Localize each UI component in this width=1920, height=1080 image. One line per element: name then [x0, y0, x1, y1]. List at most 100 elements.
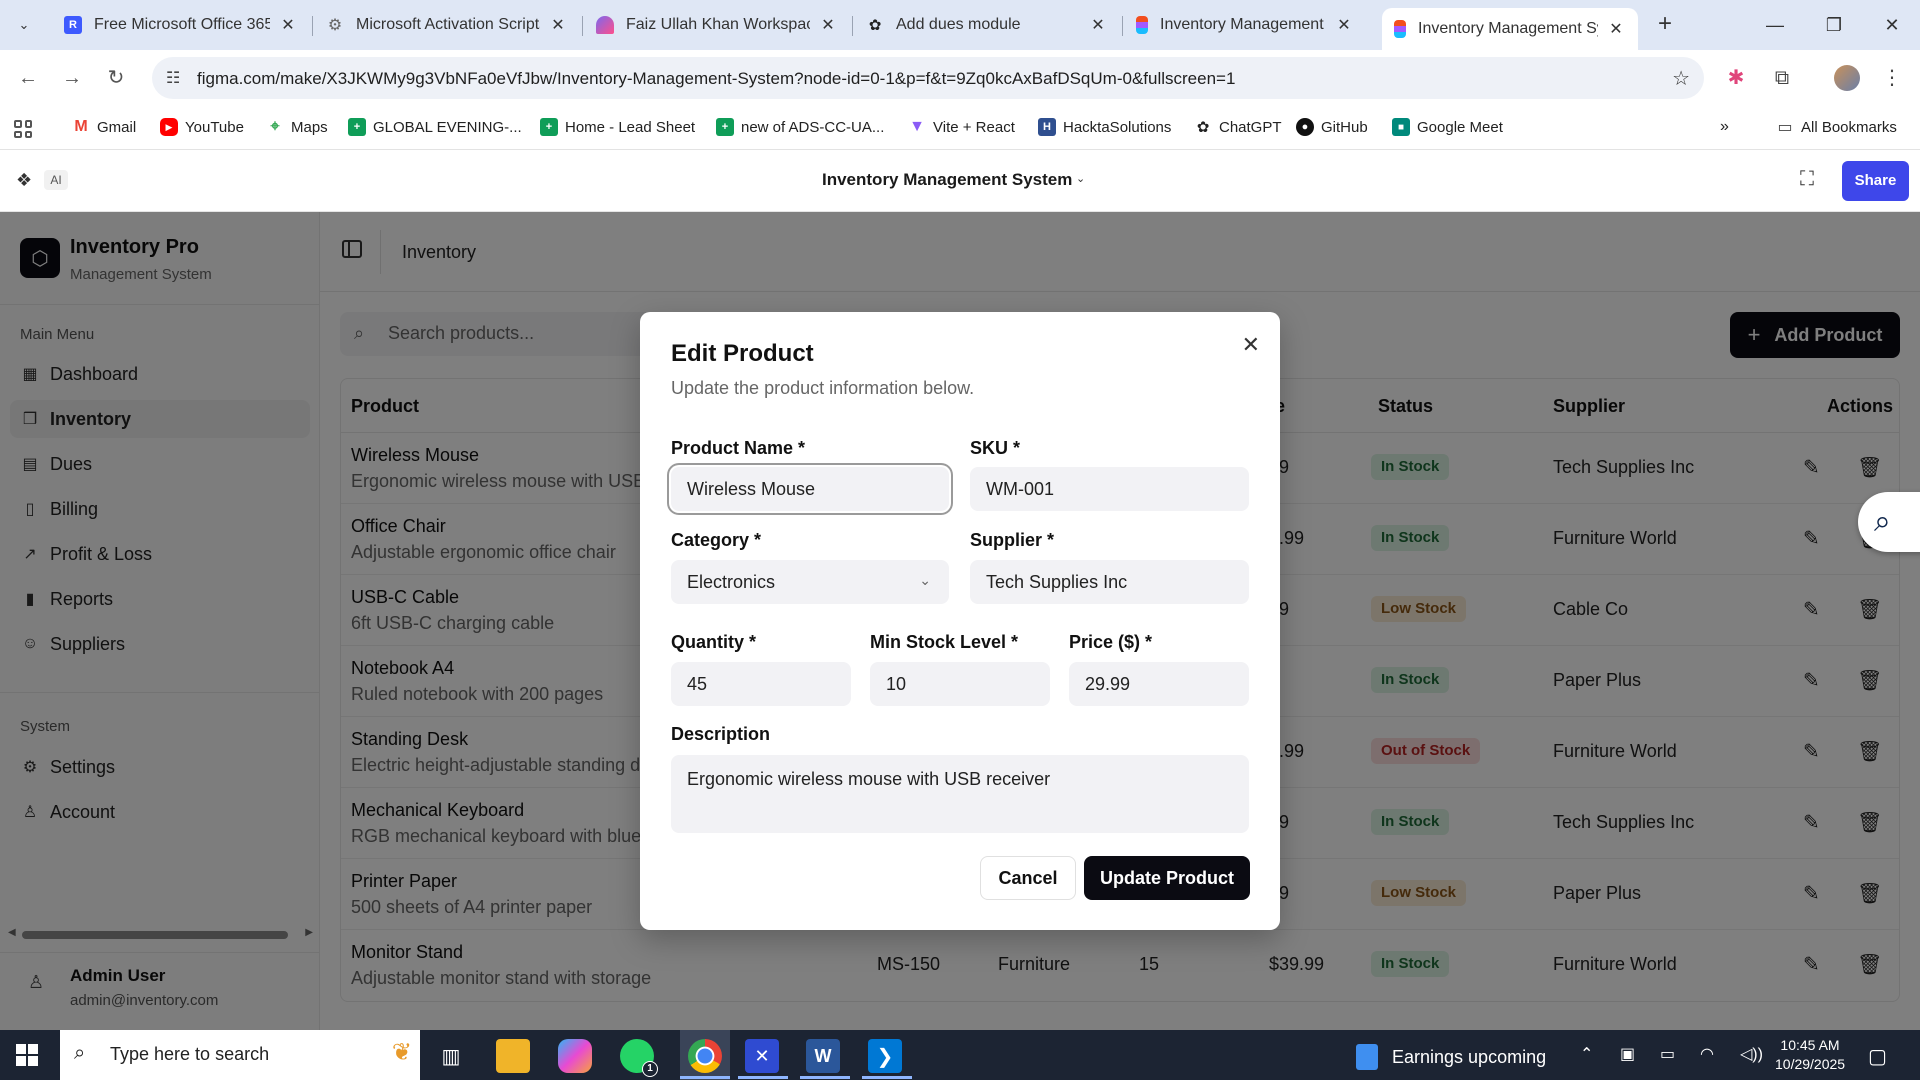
widgets-button[interactable]: Earnings upcoming — [1356, 1044, 1546, 1070]
bookmark-gmail[interactable]: M Gmail — [72, 118, 136, 136]
price-field[interactable] — [1069, 662, 1249, 706]
bookmark-youtube[interactable]: ▶ YouTube — [160, 118, 244, 136]
copilot-icon[interactable] — [558, 1039, 592, 1073]
browser-tab[interactable]: Faiz Ullah Khan Workspace ✕ — [584, 8, 850, 42]
browser-tab-active[interactable]: Inventory Management Sys ✕ — [1382, 8, 1638, 50]
taskbar-search[interactable]: ⌕ Type here to search ❦ — [60, 1030, 420, 1080]
taskbar-search-placeholder: Type here to search — [110, 1044, 270, 1064]
close-icon[interactable]: ✕ — [1088, 15, 1108, 35]
extension-icon[interactable]: ✱ — [1722, 64, 1750, 92]
cancel-button[interactable]: Cancel — [980, 856, 1076, 900]
bookmark-meet[interactable]: ■ Google Meet — [1392, 118, 1503, 136]
battery-icon[interactable]: ▭ — [1660, 1044, 1675, 1064]
puzzle-icon[interactable]: ⧉ — [1768, 64, 1796, 92]
wifi-icon[interactable]: ◠ — [1700, 1044, 1714, 1064]
url-text[interactable]: figma.com/make/X3JKWMy9g3VbNFa0eVfJbw/In… — [197, 69, 1235, 89]
supplier-field[interactable] — [970, 560, 1249, 604]
ai-badge[interactable]: AI — [44, 170, 68, 190]
bookmark-sheet[interactable]: + GLOBAL EVENING-... — [348, 118, 522, 136]
close-icon[interactable]: ✕ — [1242, 332, 1260, 358]
bookmark-star-icon[interactable]: ☆ — [1672, 66, 1690, 91]
inspect-tool-button[interactable]: ⌕ — [1858, 492, 1920, 552]
browser-tab[interactable]: R Free Microsoft Office 365 P ✕ — [52, 8, 310, 42]
notifications-icon[interactable]: ▢ — [1868, 1044, 1887, 1069]
close-icon: ✕ — [1884, 15, 1900, 35]
apps-grid-icon[interactable] — [14, 120, 32, 138]
bookmark-label: GitHub — [1321, 118, 1368, 136]
bookmark-vite[interactable]: ▼ Vite + React — [908, 118, 1015, 136]
vscode-icon[interactable]: ❯ — [868, 1039, 902, 1073]
forward-button[interactable]: → — [56, 62, 88, 94]
bookmark-sheet[interactable]: + new of ADS-CC-UA... — [716, 118, 884, 136]
plus-icon: + — [1657, 10, 1672, 37]
gear-icon: ⚙ — [327, 17, 343, 34]
chevron-up-icon[interactable]: ⌃ — [1580, 1044, 1593, 1064]
bookmark-chatgpt[interactable]: ✿ ChatGPT — [1194, 118, 1282, 137]
browser-toolbar: ← → ↻ ☷ figma.com/make/X3JKWMy9g3VbNFa0e… — [0, 50, 1920, 106]
bookmark-hackta[interactable]: H HacktaSolutions — [1038, 118, 1171, 136]
description-field[interactable]: Ergonomic wireless mouse with USB receiv… — [671, 755, 1249, 833]
file-explorer-icon[interactable] — [496, 1039, 530, 1073]
bookmark-sheet[interactable]: + Home - Lead Sheet — [540, 118, 695, 136]
quantity-field[interactable] — [671, 662, 851, 706]
device-icon[interactable]: ▣ — [1620, 1044, 1635, 1064]
kebab-menu-icon[interactable]: ⋮ — [1878, 64, 1906, 92]
browser-tab[interactable]: Inventory Management Sys ✕ — [1124, 8, 1366, 42]
all-bookmarks-button[interactable]: ▭ All Bookmarks — [1776, 118, 1896, 137]
vite-icon: ▼ — [909, 118, 925, 135]
close-icon[interactable]: ✕ — [548, 15, 568, 35]
remote-app-icon[interactable]: ✕ — [745, 1039, 779, 1073]
task-view-icon[interactable]: ▥ — [434, 1039, 468, 1073]
update-product-button[interactable]: Update Product — [1084, 856, 1250, 900]
close-icon[interactable]: ✕ — [1606, 19, 1626, 39]
system-clock[interactable]: 10:45 AM 10/29/2025 — [1775, 1036, 1845, 1074]
sku-label: SKU * — [970, 438, 1021, 458]
project-title[interactable]: Inventory Management System — [822, 170, 1072, 190]
word-icon[interactable]: W — [806, 1039, 840, 1073]
avatar[interactable] — [1834, 65, 1860, 91]
minimize-button[interactable]: — — [1755, 10, 1795, 40]
windows-start-icon[interactable] — [16, 1044, 38, 1066]
dialog-subtitle: Update the product information below. — [671, 378, 975, 398]
close-icon[interactable]: ✕ — [818, 15, 838, 35]
bookmark-maps[interactable]: ⌖ Maps — [266, 118, 327, 136]
volume-icon[interactable]: ◁)) — [1740, 1044, 1763, 1064]
tab-title: Add dues module — [896, 16, 1021, 33]
price-label: Price ($) * — [1069, 632, 1153, 652]
product-name-label: Product Name * — [671, 438, 806, 458]
present-icon[interactable]: ⛶ — [1800, 168, 1814, 191]
reload-button[interactable]: ↻ — [100, 62, 132, 94]
address-bar[interactable]: ☷ figma.com/make/X3JKWMy9g3VbNFa0eVfJbw/… — [152, 57, 1704, 99]
minimize-icon: — — [1766, 15, 1784, 35]
description-label: Description — [671, 724, 771, 744]
min-stock-field[interactable] — [870, 662, 1050, 706]
bookmark-label: HacktaSolutions — [1063, 118, 1172, 136]
tab-search-button[interactable]: ⌄ — [8, 9, 40, 41]
chatgpt-icon: ✿ — [868, 17, 882, 34]
close-window-button[interactable]: ✕ — [1872, 10, 1912, 40]
chevron-down-icon: ⌄ — [18, 17, 30, 32]
chevron-down-icon[interactable]: ⌄ — [1076, 172, 1085, 185]
sku-field[interactable] — [970, 467, 1249, 511]
browser-tab[interactable]: ⚙ Microsoft Activation Scripts ✕ — [314, 8, 580, 42]
whatsapp-icon[interactable]: 1 — [620, 1039, 658, 1077]
close-icon[interactable]: ✕ — [278, 15, 298, 35]
new-tab-button[interactable]: + — [1650, 10, 1680, 40]
bookmark-label: Vite + React — [933, 118, 1015, 136]
restore-icon: ❐ — [1825, 15, 1843, 35]
browser-tab-strip: ⌄ R Free Microsoft Office 365 P ✕ ⚙ Micr… — [0, 0, 1920, 50]
browser-tab[interactable]: ✿ Add dues module ✕ — [854, 8, 1120, 42]
share-button[interactable]: Share — [1842, 161, 1909, 201]
close-icon[interactable]: ✕ — [1334, 15, 1354, 35]
product-name-field[interactable] — [671, 467, 949, 511]
chevron-down-icon: ⌄ — [919, 572, 931, 588]
category-select[interactable]: Electronics ⌄ — [671, 560, 949, 604]
bookmark-github[interactable]: ● GitHub — [1296, 118, 1368, 136]
figma-logo-icon[interactable]: ❖ — [16, 170, 32, 191]
chrome-icon[interactable] — [688, 1039, 722, 1073]
tab-title: Microsoft Activation Scripts — [356, 16, 540, 33]
more-bookmarks-button[interactable]: » — [1720, 118, 1729, 136]
back-button[interactable]: ← — [12, 62, 44, 94]
site-settings-icon[interactable]: ☷ — [166, 68, 180, 88]
restore-button[interactable]: ❐ — [1814, 10, 1854, 40]
